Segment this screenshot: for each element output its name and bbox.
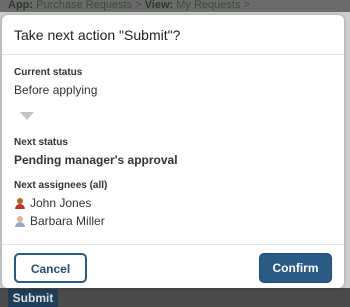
current-status-value: Before applying <box>14 83 98 97</box>
confirm-button[interactable]: Confirm <box>259 253 332 283</box>
breadcrumb: App: Purchase Requests > View: My Reques… <box>0 0 350 12</box>
confirm-action-dialog: Take next action "Submit"? Current statu… <box>2 15 344 288</box>
breadcrumb-app-link: Purchase Requests <box>36 0 133 11</box>
next-assignees-label: Next assignees (all) <box>14 180 108 191</box>
assignee-name: Barbara Miller <box>30 214 105 228</box>
breadcrumb-view-link: My Requests <box>176 0 241 11</box>
dialog-title: Take next action "Submit"? <box>14 27 181 43</box>
cancel-button[interactable]: Cancel <box>14 253 87 283</box>
background-submit-button: Submit <box>8 289 58 307</box>
footer-divider <box>2 244 344 245</box>
header-divider <box>2 54 344 55</box>
breadcrumb-app-prefix: App: <box>8 0 34 11</box>
assignee-name: John Jones <box>30 196 92 210</box>
assignee-item: John Jones <box>14 195 91 211</box>
breadcrumb-separator-trailing: > <box>243 0 250 11</box>
user-avatar-icon <box>14 197 26 209</box>
breadcrumb-view-prefix: View: <box>144 0 174 11</box>
assignee-item: Barbara Miller <box>14 213 105 229</box>
next-status-value: Pending manager's approval <box>14 153 178 167</box>
arrow-down-icon <box>20 112 34 120</box>
breadcrumb-separator: > <box>135 0 142 11</box>
current-status-label: Current status <box>14 67 83 78</box>
user-avatar-icon <box>14 215 26 227</box>
next-status-label: Next status <box>14 137 68 148</box>
